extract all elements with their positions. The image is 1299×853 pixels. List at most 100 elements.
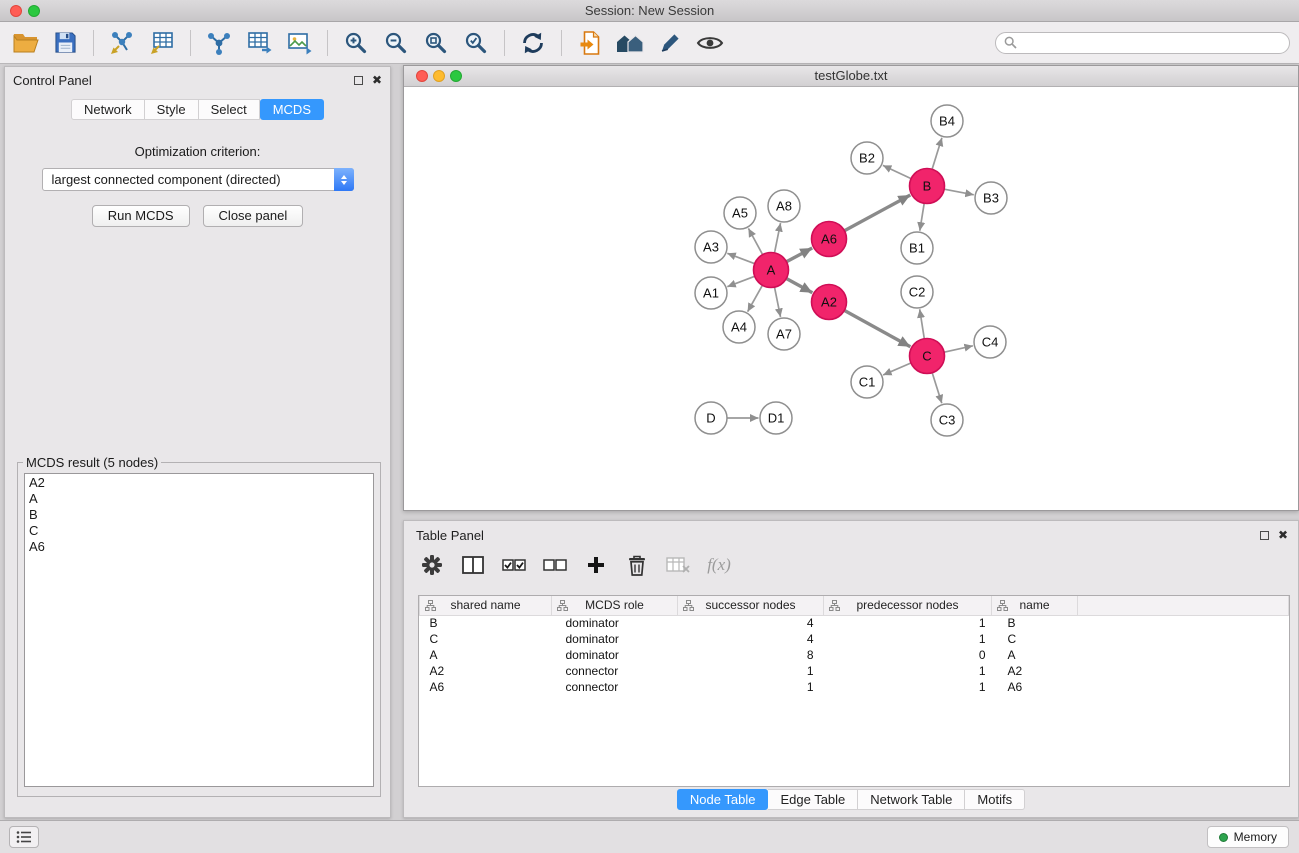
- svg-text:A6: A6: [821, 232, 837, 247]
- zoom-window-button[interactable]: [28, 5, 40, 17]
- graph-node-A2[interactable]: A2: [812, 285, 847, 320]
- table-row[interactable]: A2connector11A2: [420, 663, 1289, 679]
- mcds-result-item[interactable]: C: [29, 523, 369, 539]
- node-table: shared name MCDS role successor nodes: [419, 596, 1289, 695]
- graph-node-A7[interactable]: A7: [768, 318, 800, 350]
- graph-node-B4[interactable]: B4: [931, 105, 963, 137]
- graph-node-A8[interactable]: A8: [768, 190, 800, 222]
- tab-edge-table[interactable]: Edge Table: [768, 789, 858, 810]
- column-header-shared-name[interactable]: shared name: [420, 596, 552, 615]
- graph-edge: [748, 285, 763, 311]
- add-column-button[interactable]: [584, 551, 608, 579]
- svg-text:C1: C1: [859, 375, 876, 390]
- network-graph[interactable]: A A6 A2 B C A5 A8 A3 A1A4 A7 B2 B4 B3 B1 C2 C4 C1 C3 D D1: [404, 87, 1296, 510]
- graph-node-C3[interactable]: C3: [931, 404, 963, 436]
- close-window-button[interactable]: [10, 5, 22, 17]
- deselect-all-button[interactable]: [543, 551, 567, 579]
- zoom-selected-button[interactable]: [456, 26, 496, 60]
- network-window-titlebar[interactable]: testGlobe.txt: [404, 66, 1298, 87]
- column-header-successor-nodes[interactable]: successor nodes: [678, 596, 824, 615]
- mcds-result-item[interactable]: A2: [29, 475, 369, 491]
- zoom-in-button[interactable]: [336, 26, 376, 60]
- zoom-out-button[interactable]: [376, 26, 416, 60]
- column-header-name[interactable]: name: [992, 596, 1078, 615]
- graph-node-A3[interactable]: A3: [695, 231, 727, 263]
- table-row[interactable]: Cdominator41C: [420, 631, 1289, 647]
- run-mcds-button[interactable]: Run MCDS: [92, 205, 190, 227]
- mcds-result-item[interactable]: A6: [29, 539, 369, 555]
- column-header-mcds-role[interactable]: MCDS role: [552, 596, 678, 615]
- export-image-button[interactable]: [279, 26, 319, 60]
- network-close-button[interactable]: [416, 70, 428, 82]
- export-table-button[interactable]: [239, 26, 279, 60]
- new-network-button[interactable]: [199, 26, 239, 60]
- graph-node-C2[interactable]: C2: [901, 276, 933, 308]
- graph-node-A1[interactable]: A1: [695, 277, 727, 309]
- graph-edge: [844, 310, 910, 346]
- tab-node-table[interactable]: Node Table: [677, 789, 769, 810]
- select-all-button[interactable]: [502, 551, 526, 579]
- svg-text:A8: A8: [776, 199, 792, 214]
- mcds-result-item[interactable]: B: [29, 507, 369, 523]
- mcds-result-item[interactable]: A: [29, 491, 369, 507]
- annotation-button[interactable]: [650, 26, 690, 60]
- graph-node-C[interactable]: C: [910, 339, 945, 374]
- tab-mcds[interactable]: MCDS: [260, 99, 324, 120]
- refresh-button[interactable]: [513, 26, 553, 60]
- svg-text:A3: A3: [703, 240, 719, 255]
- mcds-result-list[interactable]: A2ABCA6: [24, 473, 374, 787]
- export-document-button[interactable]: [570, 26, 610, 60]
- network-canvas[interactable]: A A6 A2 B C A5 A8 A3 A1A4 A7 B2 B4 B3 B1 C2 C4 C1 C3 D D1: [404, 87, 1298, 510]
- open-session-button[interactable]: [5, 26, 45, 60]
- column-header-predecessor-nodes[interactable]: predecessor nodes: [824, 596, 992, 615]
- save-session-button[interactable]: [45, 26, 85, 60]
- tab-style[interactable]: Style: [145, 99, 199, 120]
- graph-node-A5[interactable]: A5: [724, 197, 756, 229]
- graph-node-B2[interactable]: B2: [851, 142, 883, 174]
- graph-node-B1[interactable]: B1: [901, 232, 933, 264]
- zoom-fit-button[interactable]: [416, 26, 456, 60]
- show-details-button[interactable]: [690, 26, 730, 60]
- float-panel-button[interactable]: [354, 73, 363, 88]
- graph-node-C4[interactable]: C4: [974, 326, 1006, 358]
- home-views-button[interactable]: [610, 26, 650, 60]
- close-panel-button[interactable]: Close panel: [203, 205, 304, 227]
- delete-column-button[interactable]: [625, 551, 649, 579]
- optimization-criterion-select[interactable]: largest connected component (directed): [42, 168, 354, 191]
- show-columns-button[interactable]: [461, 551, 485, 579]
- delete-table-button[interactable]: [666, 551, 690, 579]
- network-traffic-lights: [416, 70, 462, 82]
- tab-network-table[interactable]: Network Table: [858, 789, 965, 810]
- table-row[interactable]: A6connector11A6: [420, 679, 1289, 695]
- table-row[interactable]: Bdominator41B: [420, 615, 1289, 631]
- graph-node-A[interactable]: A: [754, 253, 789, 288]
- network-minimize-button[interactable]: [433, 70, 445, 82]
- network-zoom-button[interactable]: [450, 70, 462, 82]
- table-settings-button[interactable]: [420, 551, 444, 579]
- graph-node-D1[interactable]: D1: [760, 402, 792, 434]
- close-table-panel-icon[interactable]: ✖: [1278, 529, 1288, 541]
- float-table-panel-button[interactable]: [1260, 528, 1269, 543]
- tab-network[interactable]: Network: [71, 99, 145, 120]
- graph-node-B[interactable]: B: [910, 169, 945, 204]
- import-network-button[interactable]: [102, 26, 142, 60]
- tab-motifs[interactable]: Motifs: [965, 789, 1025, 810]
- graph-node-A4[interactable]: A4: [723, 311, 755, 343]
- import-table-button[interactable]: [142, 26, 182, 60]
- graph-edge: [786, 248, 812, 262]
- plus-icon: [587, 556, 605, 574]
- graph-node-C1[interactable]: C1: [851, 366, 883, 398]
- function-builder-button[interactable]: f(x): [707, 551, 731, 579]
- optimization-criterion-label: Optimization criterion:: [5, 144, 390, 159]
- graph-node-D[interactable]: D: [695, 402, 727, 434]
- table-row[interactable]: Adominator80A: [420, 647, 1289, 663]
- graph-edge: [748, 228, 762, 254]
- close-panel-icon[interactable]: ✖: [372, 74, 382, 86]
- search-input[interactable]: [1022, 35, 1281, 50]
- tab-select[interactable]: Select: [199, 99, 260, 120]
- graph-node-A6[interactable]: A6: [812, 222, 847, 257]
- titlebar[interactable]: Session: New Session: [0, 0, 1299, 22]
- task-history-button[interactable]: [9, 826, 39, 848]
- graph-node-B3[interactable]: B3: [975, 182, 1007, 214]
- memory-button[interactable]: Memory: [1207, 826, 1289, 848]
